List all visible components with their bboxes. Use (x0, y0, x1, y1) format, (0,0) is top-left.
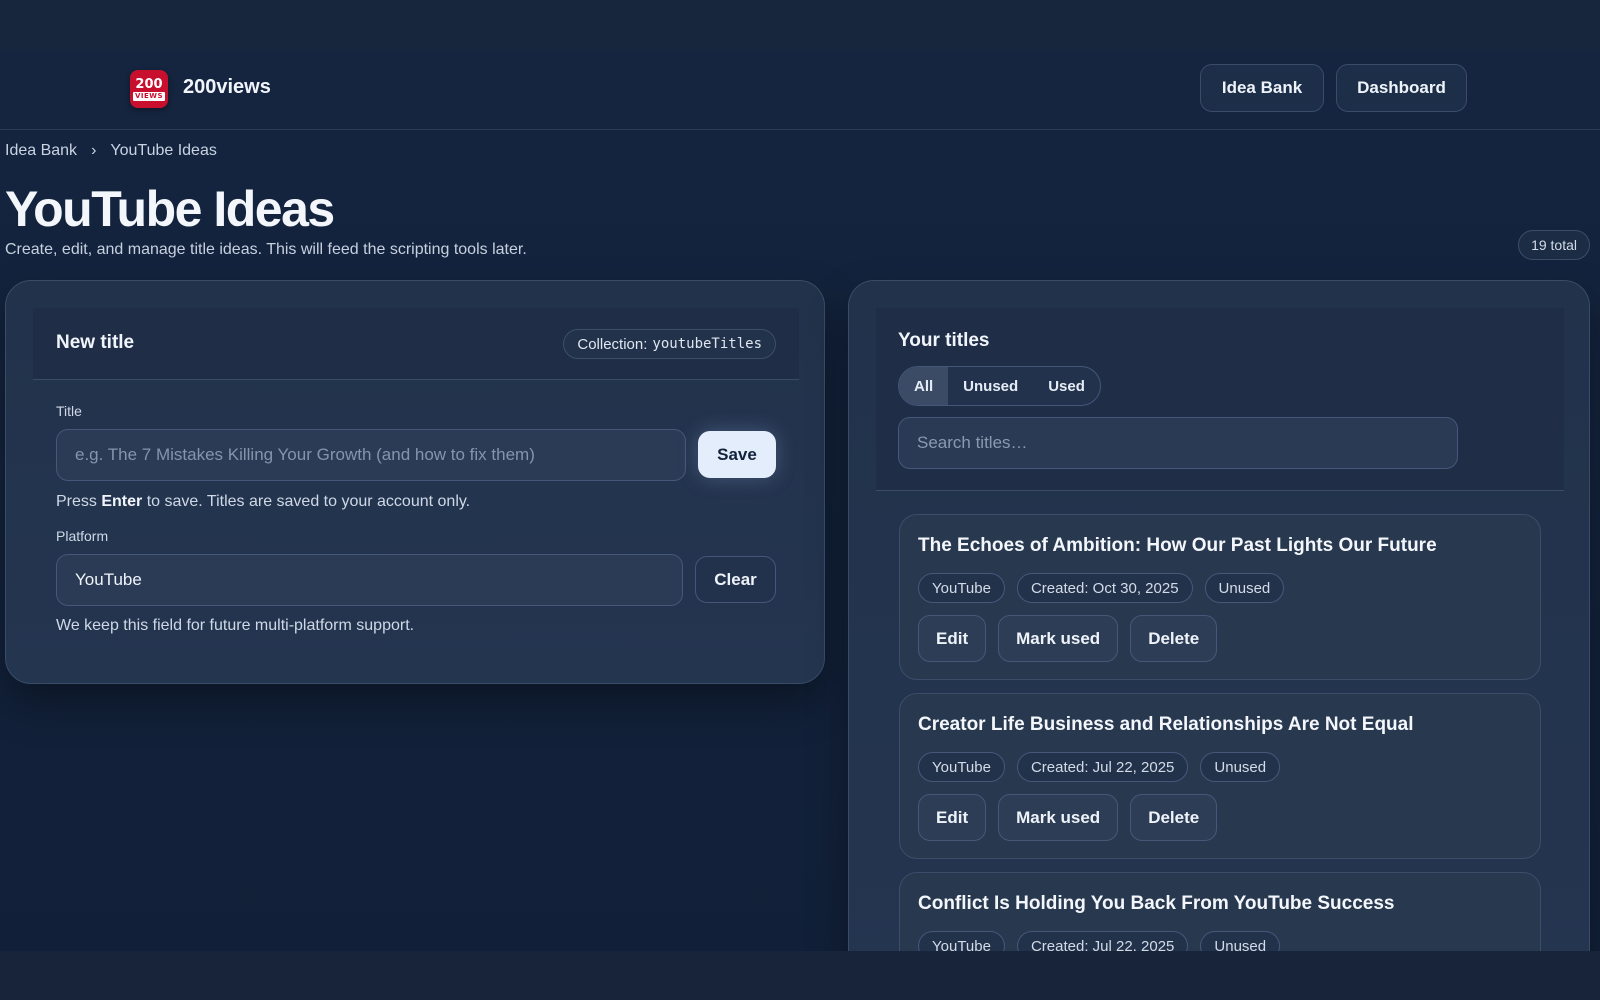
save-hint-prefix: Press (56, 493, 102, 510)
save-button[interactable]: Save (698, 431, 776, 478)
new-title-panel: New title Collection: youtubeTitles Titl… (5, 280, 825, 684)
platform-hint: We keep this field for future multi-plat… (56, 617, 415, 634)
mark-used-button[interactable]: Mark used (998, 615, 1119, 662)
collection-badge: Collection: youtubeTitles (563, 329, 776, 359)
title-card-actions: Edit Mark used Delete (918, 794, 1218, 841)
footer-strip (0, 951, 1600, 1000)
collection-label: Collection: (577, 335, 648, 353)
mark-used-button[interactable]: Mark used (998, 794, 1119, 841)
page-subtitle: Create, edit, and manage title ideas. Th… (5, 241, 527, 258)
filter-segmented-control: All Unused Used (898, 366, 1101, 406)
clear-button[interactable]: Clear (695, 556, 776, 603)
total-count-badge: 19 total (1518, 230, 1590, 260)
title-card-title: Conflict Is Holding You Back From YouTub… (918, 893, 1395, 914)
title-card: The Echoes of Ambition: How Our Past Lig… (899, 514, 1541, 680)
platform-chip: YouTube (918, 752, 1005, 782)
collection-value: youtubeTitles (652, 336, 762, 352)
brand-name[interactable]: 200views (183, 76, 271, 99)
filter-used-tab[interactable]: Used (1033, 367, 1100, 405)
nav-dashboard-button[interactable]: Dashboard (1336, 64, 1467, 112)
save-hint-suffix: to save. Titles are saved to your accoun… (142, 493, 471, 510)
nav-idea-bank-button[interactable]: Idea Bank (1200, 64, 1324, 112)
page-title: YouTube Ideas (5, 181, 335, 237)
breadcrumb-idea-bank[interactable]: Idea Bank (5, 142, 77, 160)
titles-header: Your titles All Unused Used Search title… (876, 308, 1564, 491)
status-badge: Unused (1200, 752, 1281, 782)
titles-heading: Your titles (898, 330, 990, 351)
platform-input[interactable]: YouTube (56, 554, 683, 606)
filter-all-tab[interactable]: All (899, 367, 949, 405)
app-header: 200 VIEWS 200views Idea Bank Dashboard (0, 50, 1600, 130)
save-hint: Press Enter to save. Titles are saved to… (56, 493, 470, 511)
platform-field-label: Platform (56, 528, 109, 544)
logo-top-text: 200 (135, 76, 163, 92)
title-field-label: Title (56, 403, 82, 419)
status-badge: Unused (1204, 573, 1285, 603)
brand-logo[interactable]: 200 VIEWS (130, 70, 168, 108)
titles-panel: Your titles All Unused Used Search title… (848, 280, 1590, 1000)
edit-button[interactable]: Edit (918, 615, 987, 662)
created-date-chip: Created: Oct 30, 2025 (1016, 573, 1193, 603)
platform-chip: YouTube (918, 573, 1005, 603)
delete-button[interactable]: Delete (1130, 615, 1218, 662)
title-card-meta: YouTube Created: Oct 30, 2025 Unused (918, 573, 1285, 603)
created-date-chip: Created: Jul 22, 2025 (1016, 752, 1189, 782)
breadcrumb-separator: › (91, 142, 97, 159)
filter-unused-tab[interactable]: Unused (948, 367, 1033, 405)
new-title-heading: New title (56, 332, 135, 353)
breadcrumb-current: YouTube Ideas (110, 142, 217, 159)
top-strip (0, 0, 1600, 50)
search-titles-input[interactable]: Search titles… (898, 417, 1458, 469)
enter-key-text: Enter (101, 493, 143, 510)
new-title-header: New title Collection: youtubeTitles (33, 308, 799, 380)
delete-button[interactable]: Delete (1130, 794, 1218, 841)
title-card-actions: Edit Mark used Delete (918, 615, 1218, 662)
edit-button[interactable]: Edit (918, 794, 987, 841)
title-card-title: The Echoes of Ambition: How Our Past Lig… (918, 535, 1437, 556)
title-card-title: Creator Life Business and Relationships … (918, 714, 1414, 735)
breadcrumb: Idea Bank › YouTube Ideas (5, 142, 217, 160)
logo-bottom-text: VIEWS (132, 91, 166, 101)
title-card: Creator Life Business and Relationships … (899, 693, 1541, 859)
title-input[interactable]: e.g. The 7 Mistakes Killing Your Growth … (56, 429, 686, 481)
title-card-meta: YouTube Created: Jul 22, 2025 Unused (918, 752, 1281, 782)
